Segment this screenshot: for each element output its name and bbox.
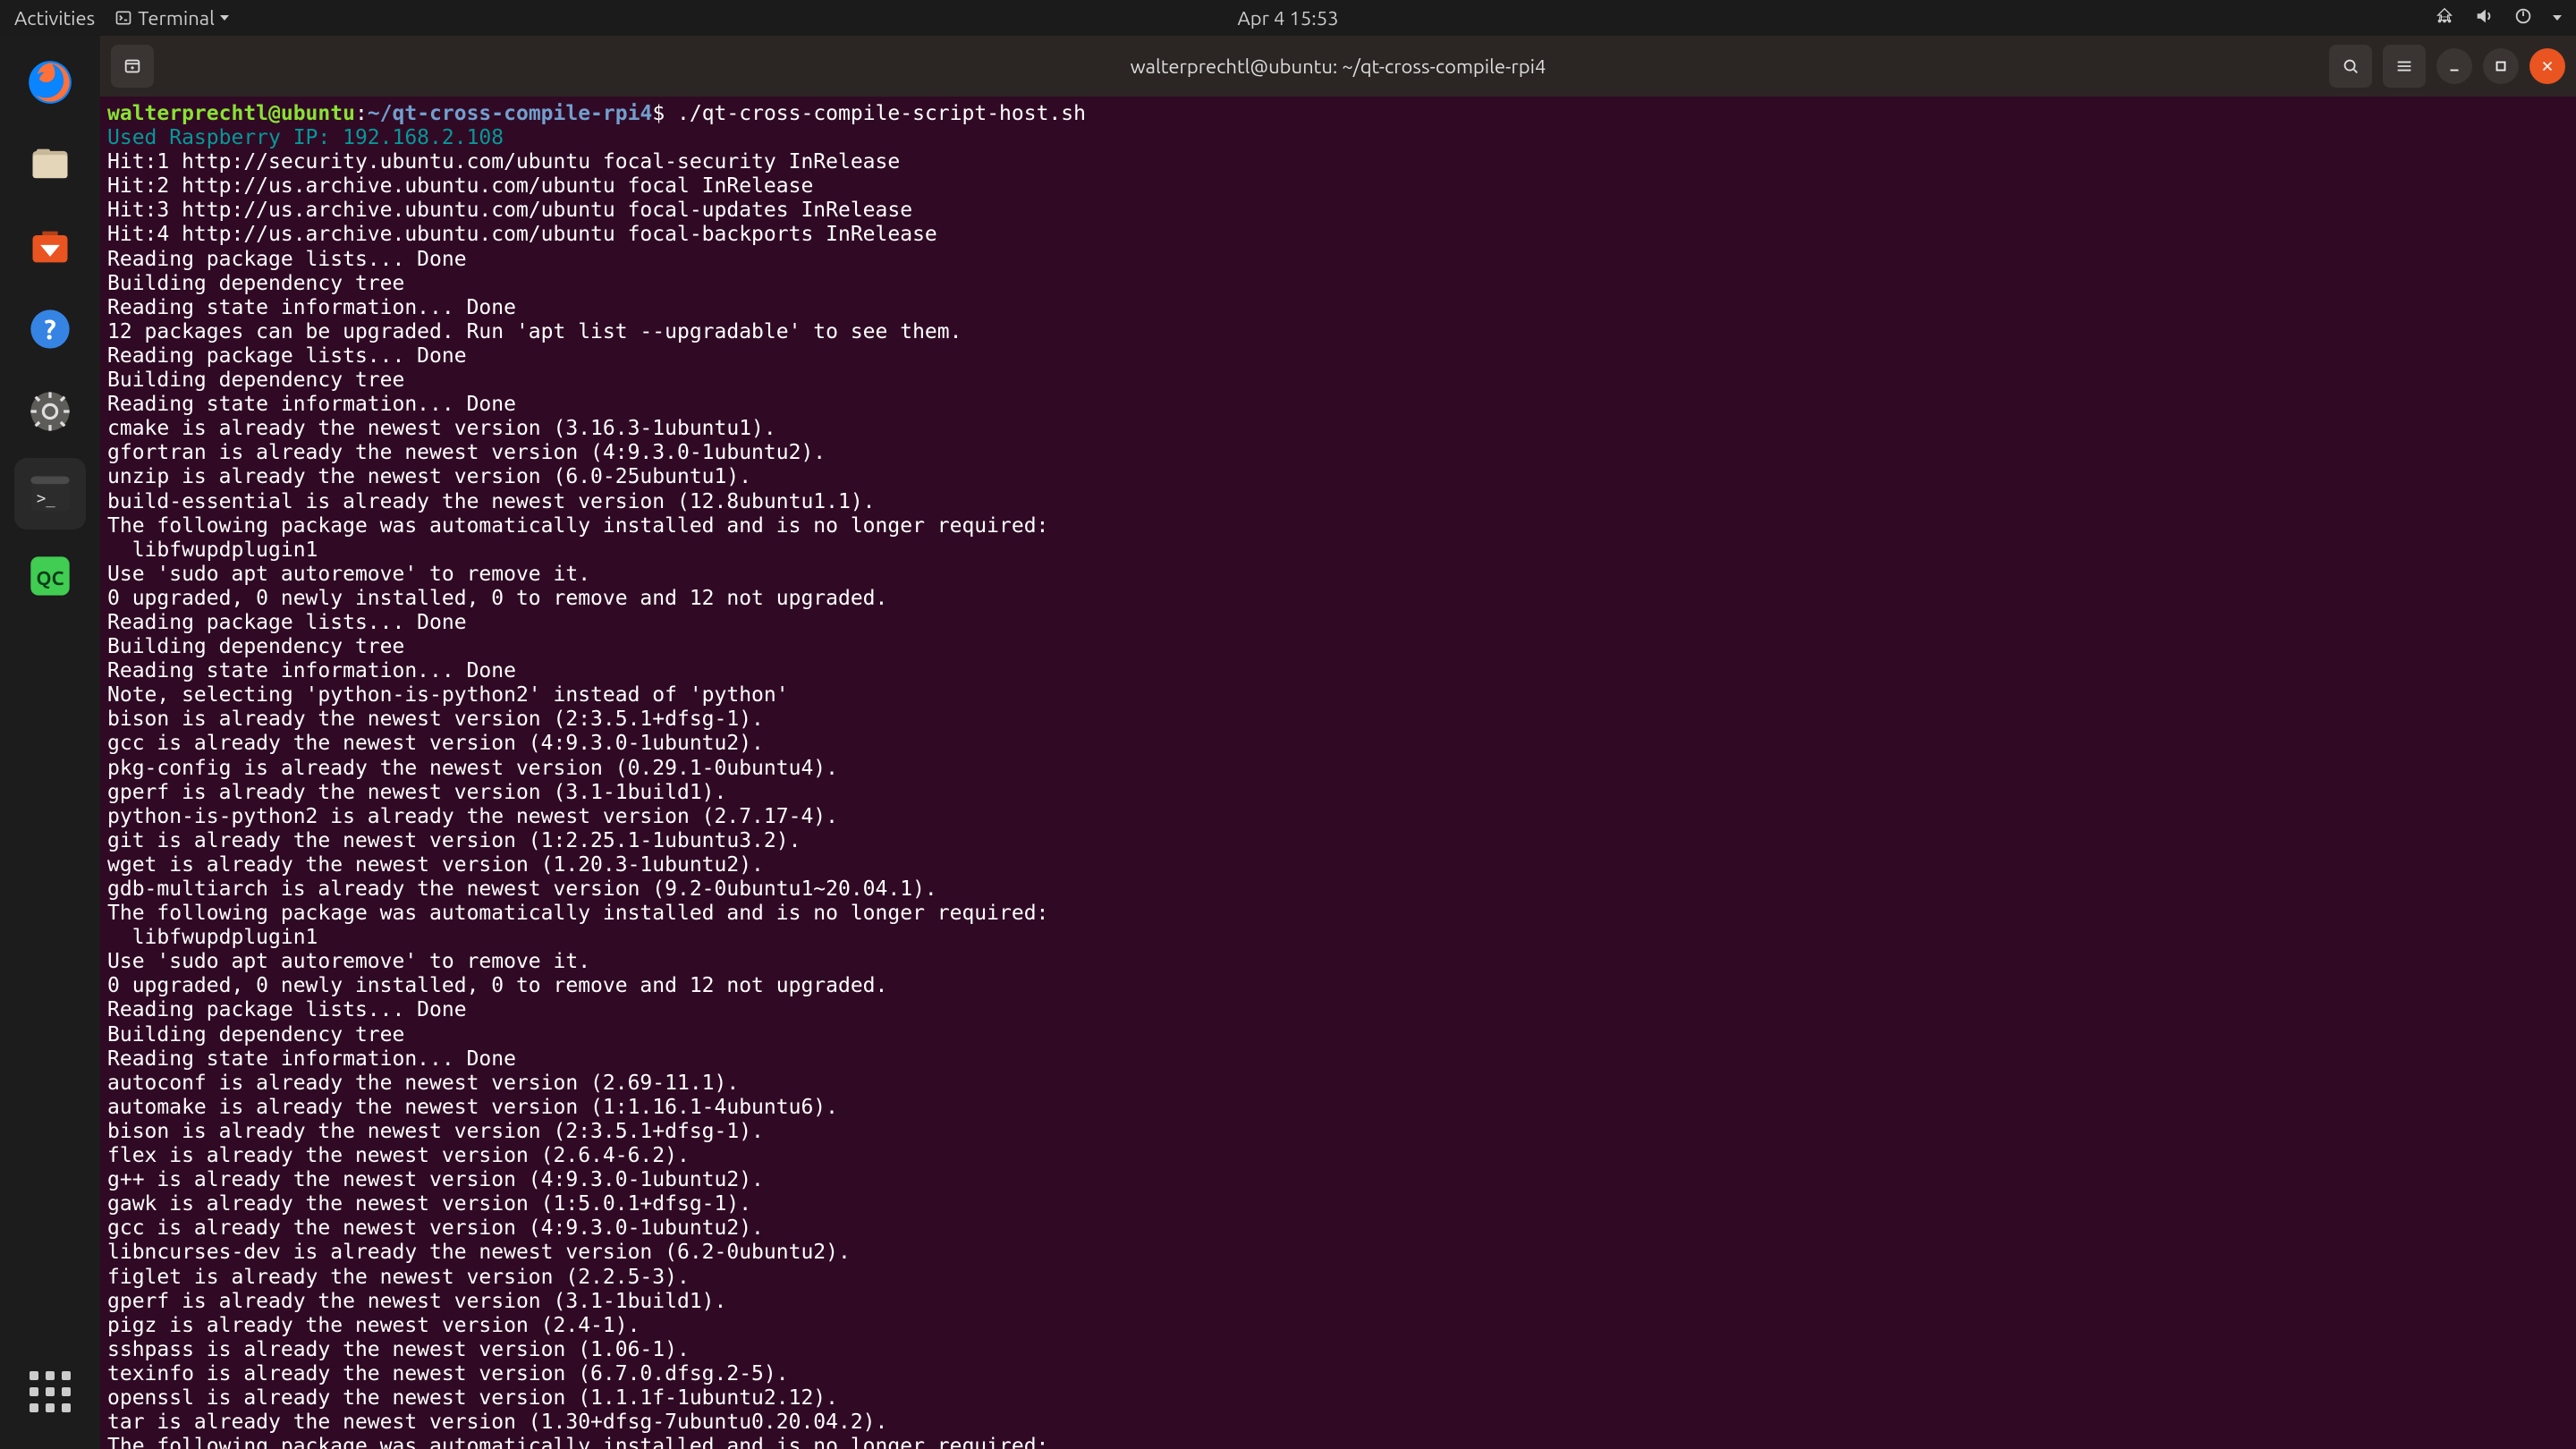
show-applications[interactable] xyxy=(14,1356,86,1428)
prompt-userhost: walterprechtl@ubuntu xyxy=(107,102,355,125)
svg-text:QC: QC xyxy=(37,568,64,589)
network-icon[interactable] xyxy=(2435,6,2454,30)
dock-settings[interactable] xyxy=(14,376,86,447)
app-menu-label: Terminal xyxy=(138,7,215,30)
clock[interactable]: Apr 4 15:53 xyxy=(1237,7,1338,30)
maximize-button[interactable] xyxy=(2483,48,2519,84)
terminal-output: Hit:1 http://security.ubuntu.com/ubuntu … xyxy=(107,150,1048,1449)
dock-terminal[interactable]: >_ xyxy=(14,458,86,530)
new-tab-button[interactable] xyxy=(111,45,154,88)
chevron-down-icon xyxy=(220,15,229,21)
close-button[interactable] xyxy=(2529,48,2565,84)
dock-files[interactable] xyxy=(14,129,86,200)
power-icon[interactable] xyxy=(2513,6,2533,30)
dock-qtcreator[interactable]: QC xyxy=(14,540,86,612)
window-headerbar: walterprechtl@ubuntu: ~/qt-cross-compile… xyxy=(100,36,2576,97)
terminal-content[interactable]: walterprechtl@ubuntu:~/qt-cross-compile-… xyxy=(100,97,2576,1449)
dock-firefox[interactable] xyxy=(14,47,86,118)
dock: ? >_ QC xyxy=(0,36,100,1449)
dock-software[interactable] xyxy=(14,211,86,283)
search-button[interactable] xyxy=(2329,45,2372,88)
volume-icon[interactable] xyxy=(2474,6,2494,30)
hamburger-menu-button[interactable] xyxy=(2383,45,2426,88)
window-title: walterprechtl@ubuntu: ~/qt-cross-compile… xyxy=(1131,55,1546,78)
prompt-path: ~/qt-cross-compile-rpi4 xyxy=(368,102,653,125)
info-line: Used Raspberry IP: 192.168.2.108 xyxy=(107,126,504,149)
prompt-command: ./qt-cross-compile-script-host.sh xyxy=(665,102,1086,125)
activities-button[interactable]: Activities xyxy=(14,7,95,30)
terminal-icon xyxy=(114,9,132,27)
svg-text:?: ? xyxy=(44,314,55,344)
terminal-window: walterprechtl@ubuntu: ~/qt-cross-compile… xyxy=(100,36,2576,1449)
app-menu[interactable]: Terminal xyxy=(114,7,229,30)
prompt-sep: : xyxy=(355,102,368,125)
dock-help[interactable]: ? xyxy=(14,293,86,365)
svg-text:>_: >_ xyxy=(37,490,55,508)
system-menu-chevron-icon[interactable] xyxy=(2553,15,2562,21)
prompt-dollar: $ xyxy=(652,102,665,125)
minimize-button[interactable] xyxy=(2436,48,2472,84)
gnome-topbar: Activities Terminal Apr 4 15:53 xyxy=(0,0,2576,36)
